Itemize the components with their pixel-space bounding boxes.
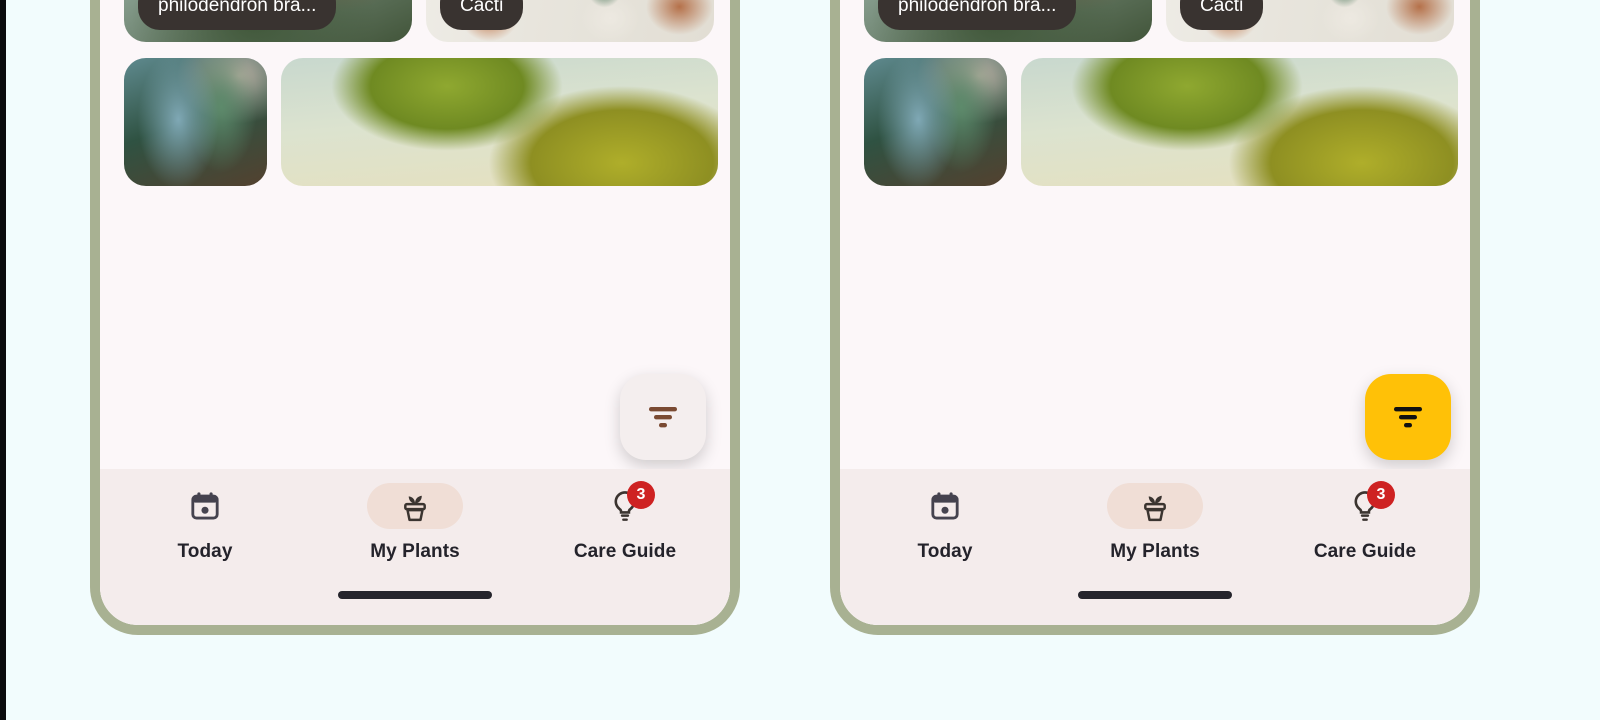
home-indicator[interactable] bbox=[1078, 591, 1232, 599]
nav-item-my-plants[interactable]: My Plants bbox=[310, 483, 520, 563]
nav-item-care-guide[interactable]: 3 Care Guide bbox=[520, 481, 730, 563]
nav-item-label: My Plants bbox=[1110, 541, 1200, 562]
calendar-today-icon bbox=[931, 492, 959, 520]
phone-screen-left: monstera siltepecana philodendron bra... bbox=[100, 0, 730, 625]
plant-card-spider[interactable] bbox=[864, 58, 1007, 186]
nav-item-label: Today bbox=[917, 541, 973, 562]
nav-icon-container: 3 bbox=[1317, 481, 1413, 529]
filter-tune-icon bbox=[1394, 407, 1422, 428]
leaf-photo bbox=[281, 58, 718, 186]
filter-tune-icon bbox=[649, 407, 677, 428]
nav-icon-container bbox=[897, 483, 993, 529]
nav-item-label: Today bbox=[177, 541, 233, 562]
phone-screen-right: monstera siltepecana philodendron bra... bbox=[840, 0, 1470, 625]
plant-grid-row: philodendron bra... Cacti bbox=[124, 0, 714, 42]
potted-plant-icon bbox=[1144, 495, 1166, 522]
leaf-photo bbox=[1021, 58, 1458, 186]
potted-plant-icon bbox=[404, 495, 426, 522]
home-indicator[interactable] bbox=[338, 591, 492, 599]
plant-card-spider[interactable] bbox=[124, 58, 267, 186]
plant-card-label: philodendron bra... bbox=[878, 0, 1077, 30]
nav-item-label: Care Guide bbox=[573, 541, 677, 562]
plant-card-label: philodendron bra... bbox=[138, 0, 337, 30]
plant-card-label: Cacti bbox=[1180, 0, 1264, 30]
filter-fab-button[interactable] bbox=[620, 374, 706, 460]
nav-item-my-plants[interactable]: My Plants bbox=[1050, 483, 1260, 563]
plant-card-label: Cacti bbox=[440, 0, 524, 30]
bottom-nav-items: Today My Plants 3 Care Guide bbox=[100, 469, 730, 591]
bottom-navigation-bar: Today My Plants 3 Care Guide bbox=[100, 469, 730, 625]
nav-item-care-guide[interactable]: 3 Care Guide bbox=[1260, 481, 1470, 563]
filter-fab-button[interactable] bbox=[1365, 374, 1451, 460]
plant-card-cacti[interactable]: Cacti bbox=[1166, 0, 1454, 42]
calendar-today-icon bbox=[191, 492, 219, 520]
bottom-navigation-bar: Today My Plants 3 Care Guide bbox=[840, 469, 1470, 625]
nav-icon-container bbox=[157, 483, 253, 529]
plant-card-leaf[interactable] bbox=[281, 58, 718, 186]
left-edge-strip bbox=[0, 0, 6, 720]
plant-grid-row bbox=[864, 58, 1458, 186]
nav-badge: 3 bbox=[1367, 481, 1395, 509]
plant-grid-left: monstera siltepecana philodendron bra... bbox=[100, 0, 730, 202]
nav-icon-container bbox=[1107, 483, 1203, 529]
plant-grid-row: philodendron bra... Cacti bbox=[864, 0, 1454, 42]
plant-grid-right: monstera siltepecana philodendron bra... bbox=[840, 0, 1470, 202]
nav-icon-container bbox=[367, 483, 463, 529]
nav-item-label: My Plants bbox=[370, 541, 460, 562]
nav-item-today[interactable]: Today bbox=[840, 483, 1050, 563]
spider-photo bbox=[124, 58, 267, 186]
nav-badge: 3 bbox=[627, 481, 655, 509]
plant-card-leaf[interactable] bbox=[1021, 58, 1458, 186]
plant-card-philodendron[interactable]: philodendron bra... bbox=[124, 0, 412, 42]
bottom-nav-items: Today My Plants 3 Care Guide bbox=[840, 469, 1470, 591]
nav-icon-container: 3 bbox=[577, 481, 673, 529]
screenshot-canvas: monstera siltepecana philodendron bra... bbox=[0, 0, 1600, 720]
plant-card-philodendron[interactable]: philodendron bra... bbox=[864, 0, 1152, 42]
spider-photo bbox=[864, 58, 1007, 186]
nav-item-label: Care Guide bbox=[1313, 541, 1417, 562]
phone-mockup-right: monstera siltepecana philodendron bra... bbox=[830, 0, 1480, 635]
phone-mockup-left: monstera siltepecana philodendron bra... bbox=[90, 0, 740, 635]
nav-item-today[interactable]: Today bbox=[100, 483, 310, 563]
plant-card-cacti[interactable]: Cacti bbox=[426, 0, 714, 42]
plant-grid-row bbox=[124, 58, 718, 186]
